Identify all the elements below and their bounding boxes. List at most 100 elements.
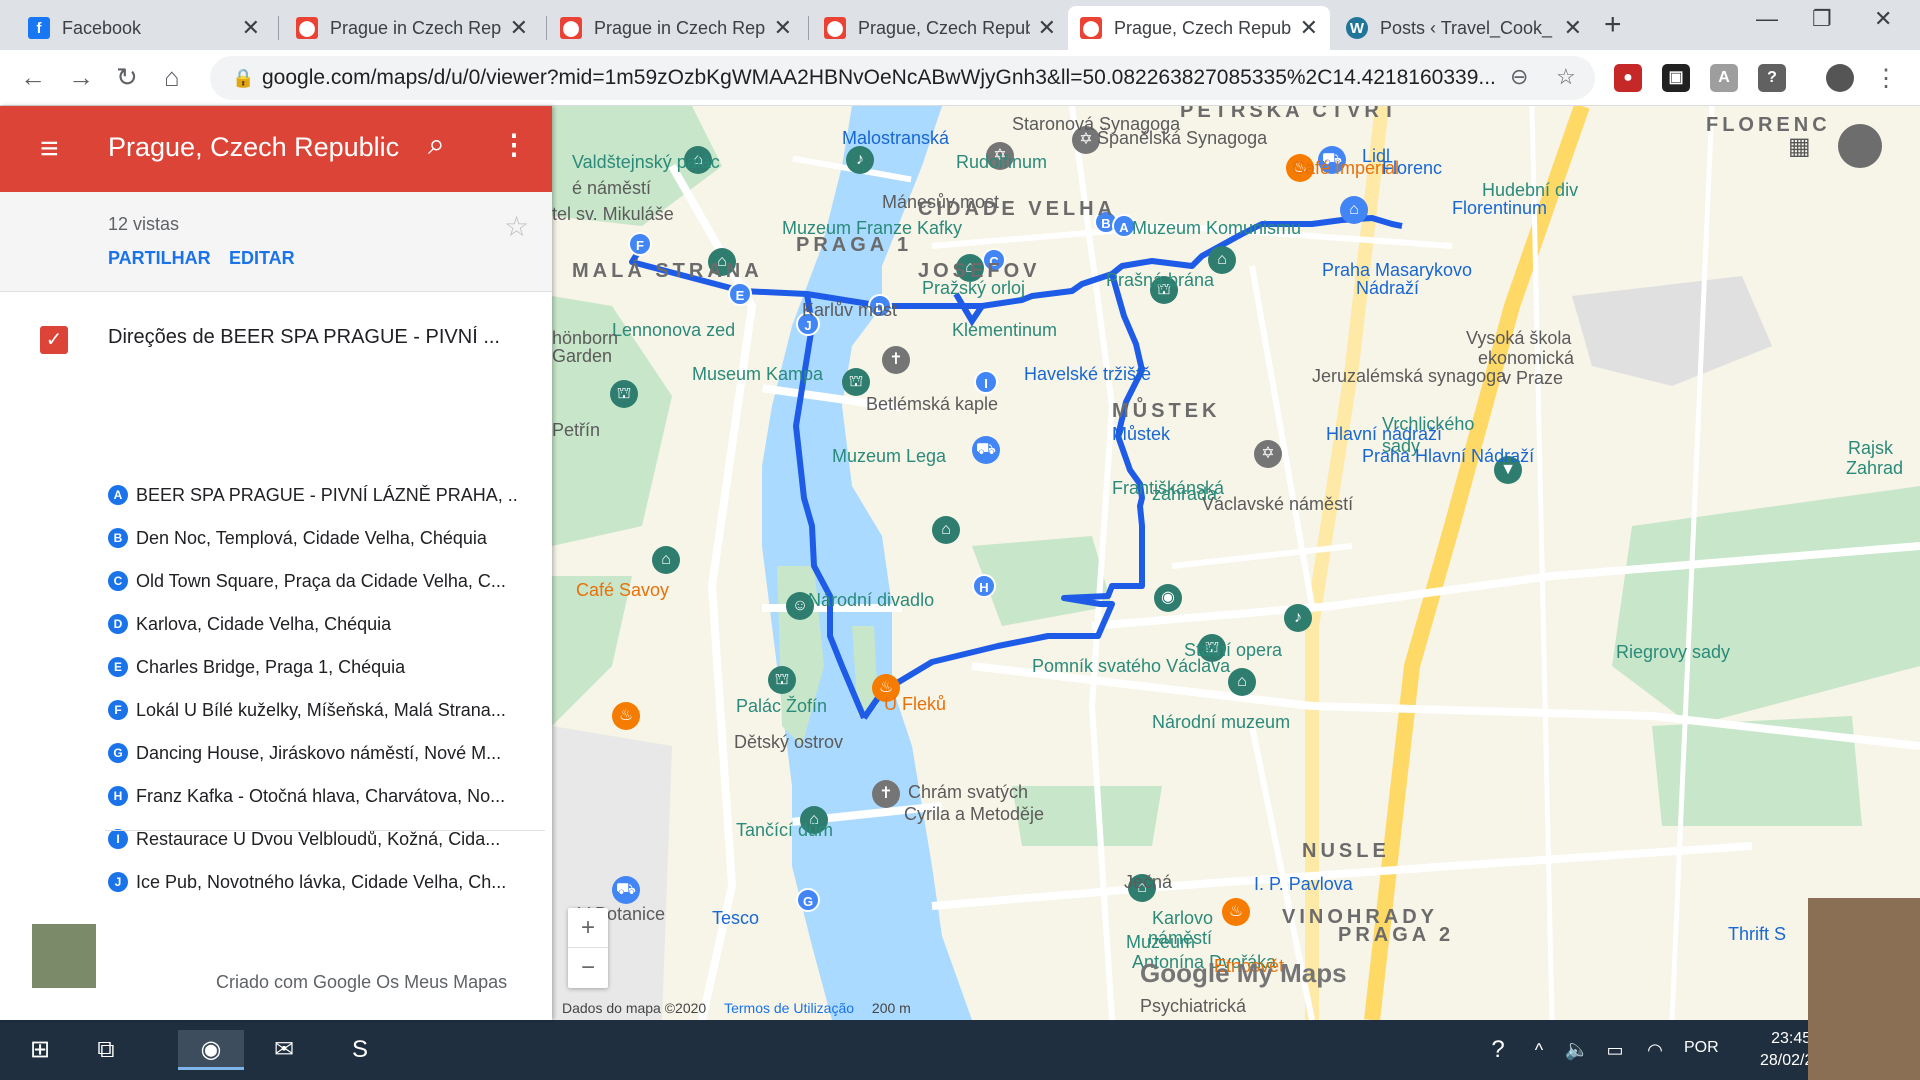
apps-grid-icon[interactable]: ▦: [1788, 132, 1811, 161]
restaurant-icon[interactable]: ♨: [612, 702, 640, 730]
map-label[interactable]: Vysoká škola: [1466, 328, 1571, 349]
chrome-taskbar-icon[interactable]: ◉: [178, 1030, 244, 1070]
direction-stop[interactable]: H Franz Kafka - Otočná hlava, Charvátova,…: [108, 781, 518, 811]
windows-start-icon[interactable]: ⊞: [20, 1030, 60, 1070]
map-label[interactable]: FLORENC: [1706, 114, 1831, 137]
direction-stop[interactable]: B Den Noc, Templová, Cidade Velha, Chéqui…: [108, 523, 518, 553]
battery-icon[interactable]: ▭: [1600, 1030, 1630, 1070]
map-label[interactable]: Pražský orloj: [922, 278, 1025, 299]
more-options-icon[interactable]: ⋮: [500, 128, 528, 161]
address-bar[interactable]: 🔒 google.com/maps/d/u/0/viewer?mid=1m59z…: [210, 56, 1595, 100]
route-marker-E[interactable]: E: [728, 282, 752, 306]
map-label[interactable]: Karlovo: [1152, 908, 1213, 929]
hamburger-menu-icon[interactable]: ≡: [40, 130, 59, 167]
direction-stop[interactable]: I Restaurace U Dvou Velbloudů, Kožná, Cid…: [108, 824, 518, 854]
map-label[interactable]: Palác Žofín: [736, 696, 827, 717]
search-icon[interactable]: ⌕: [428, 128, 445, 162]
back-icon[interactable]: ←: [20, 62, 46, 93]
close-tab-icon[interactable]: ✕: [242, 15, 260, 41]
extension-icon[interactable]: ●: [1614, 64, 1642, 92]
map-label[interactable]: Malostranská: [842, 128, 949, 149]
map-label[interactable]: Pomník svatého Václava: [1032, 656, 1230, 677]
tab-wordpress[interactable]: W Posts ‹ Travel_Cook_ ✕: [1334, 6, 1594, 50]
map-label[interactable]: Tesco: [712, 908, 759, 929]
map-label[interactable]: Španělská Synagoga: [1097, 128, 1267, 149]
tab-google-maps-active[interactable]: ⬤ Prague, Czech Repub ✕: [1068, 6, 1330, 50]
reload-icon[interactable]: ↻: [116, 62, 138, 93]
map-label[interactable]: Ječná: [1124, 872, 1172, 893]
map-label[interactable]: Muzeum: [1126, 932, 1195, 953]
skype-taskbar-icon[interactable]: S: [340, 1030, 380, 1070]
map-label[interactable]: Garden: [552, 346, 612, 367]
map-label[interactable]: PRAGA 1: [796, 234, 912, 257]
attraction-icon[interactable]: ⛫: [842, 368, 870, 396]
direction-stop[interactable]: C Old Town Square, Praça da Cidade Velha,…: [108, 566, 518, 596]
extension-icon[interactable]: A: [1710, 64, 1738, 92]
map-label[interactable]: MALÁ STRANA: [572, 260, 763, 283]
map-label[interactable]: PRAGA 2: [1338, 924, 1454, 947]
map-label[interactable]: Riegrovy sady: [1616, 642, 1730, 663]
map-label[interactable]: Thrift S: [1728, 924, 1786, 945]
camera-icon[interactable]: ◉: [1154, 584, 1182, 612]
scale-bar[interactable]: 200 m: [872, 1000, 911, 1016]
direction-stop[interactable]: F Lokál U Bílé kuželky, Míšeňská, Malá St…: [108, 695, 518, 725]
zoom-out-button[interactable]: −: [568, 948, 608, 988]
new-tab-icon[interactable]: +: [1604, 8, 1622, 42]
map-label[interactable]: Lennonova zed: [612, 320, 735, 341]
map-label[interactable]: Valdštejnský palác: [572, 152, 720, 173]
map-label[interactable]: I. P. Pavlova: [1254, 874, 1353, 895]
attraction-icon[interactable]: ⌂: [1340, 196, 1368, 224]
map-label[interactable]: Florentinum: [1452, 198, 1547, 219]
mail-taskbar-icon[interactable]: ✉: [264, 1030, 304, 1070]
direction-stop[interactable]: E Charles Bridge, Praga 1, Chéquia: [108, 652, 518, 682]
minimize-icon[interactable]: —: [1756, 6, 1778, 32]
map-label[interactable]: Rajsk: [1848, 438, 1893, 459]
map-label[interactable]: Zahrad: [1846, 458, 1903, 479]
extension-icon[interactable]: ▣: [1662, 64, 1690, 92]
map-label[interactable]: Václavské náměstí: [1202, 494, 1353, 515]
direction-stop[interactable]: G Dancing House, Jiráskovo náměstí, Nové …: [108, 738, 518, 768]
direction-stop[interactable]: A BEER SPA PRAGUE - PIVNÍ LÁZNĚ PRAHA, ..…: [108, 480, 518, 510]
map-label[interactable]: v Praze: [1502, 368, 1563, 389]
map-label[interactable]: Nádraží: [1356, 278, 1419, 299]
route-marker-G[interactable]: G: [796, 888, 820, 912]
restore-icon[interactable]: ❐: [1812, 6, 1832, 32]
tab-google-maps[interactable]: ⬤ Prague in Czech Rep ✕: [548, 6, 804, 50]
map-label[interactable]: Klementinum: [952, 320, 1057, 341]
map-label[interactable]: PETRSKA CTVRT: [1180, 106, 1399, 123]
map-label[interactable]: Karlův most: [802, 300, 897, 321]
map-label[interactable]: Florenc: [1382, 158, 1442, 179]
map-label[interactable]: Rudolfinum: [956, 152, 1047, 173]
place-of-worship-icon[interactable]: ✝: [882, 346, 910, 374]
share-button[interactable]: PARTILHAR: [108, 248, 211, 269]
wifi-icon[interactable]: ◠: [1640, 1030, 1670, 1070]
star-icon[interactable]: ☆: [504, 210, 529, 243]
tab-google-maps[interactable]: ⬤ Prague, Czech Repub ✕: [812, 6, 1068, 50]
map-label[interactable]: Dětský ostrov: [734, 732, 843, 753]
bookmark-star-icon[interactable]: ☆: [1556, 64, 1576, 90]
route-marker-H[interactable]: H: [972, 574, 996, 598]
map-label[interactable]: Betlémská kaple: [866, 394, 998, 415]
museum-icon[interactable]: ⌂: [652, 546, 680, 574]
route-marker-I[interactable]: I: [974, 370, 998, 394]
direction-stop[interactable]: J Ice Pub, Novotného lávka, Cidade Velha,…: [108, 867, 518, 897]
map-label[interactable]: MŮSTEK: [1112, 400, 1220, 423]
map-label[interactable]: Havelské tržiště: [1024, 364, 1151, 385]
tab-google-maps[interactable]: ⬤ Prague in Czech Rep ✕: [284, 6, 540, 50]
language-indicator[interactable]: POR: [1684, 1039, 1719, 1057]
place-of-worship-icon[interactable]: ✡: [1254, 440, 1282, 468]
museum-icon[interactable]: ⌂: [932, 516, 960, 544]
attraction-icon[interactable]: ⛫: [768, 666, 796, 694]
close-window-icon[interactable]: ✕: [1874, 6, 1892, 32]
tab-facebook[interactable]: f Facebook ✕: [16, 6, 272, 50]
close-tab-icon[interactable]: ✕: [1300, 15, 1318, 41]
show-hidden-icons-icon[interactable]: ^: [1526, 1030, 1552, 1070]
restaurant-icon[interactable]: ♨: [1222, 898, 1250, 926]
account-avatar[interactable]: [1838, 124, 1882, 168]
map-label[interactable]: é náměstí: [572, 178, 651, 199]
map-label[interactable]: U Fleků: [884, 694, 946, 715]
map-canvas[interactable]: F E J D C B A I H G ⌂ ♪ ✡ ✡ ♨ ⛟ ⌂ ⌂ ⌂ ⌂ …: [552, 106, 1920, 1020]
profile-avatar[interactable]: [1826, 64, 1854, 92]
task-view-icon[interactable]: ⧉: [86, 1030, 126, 1070]
map-label[interactable]: NUSLE: [1302, 840, 1390, 863]
